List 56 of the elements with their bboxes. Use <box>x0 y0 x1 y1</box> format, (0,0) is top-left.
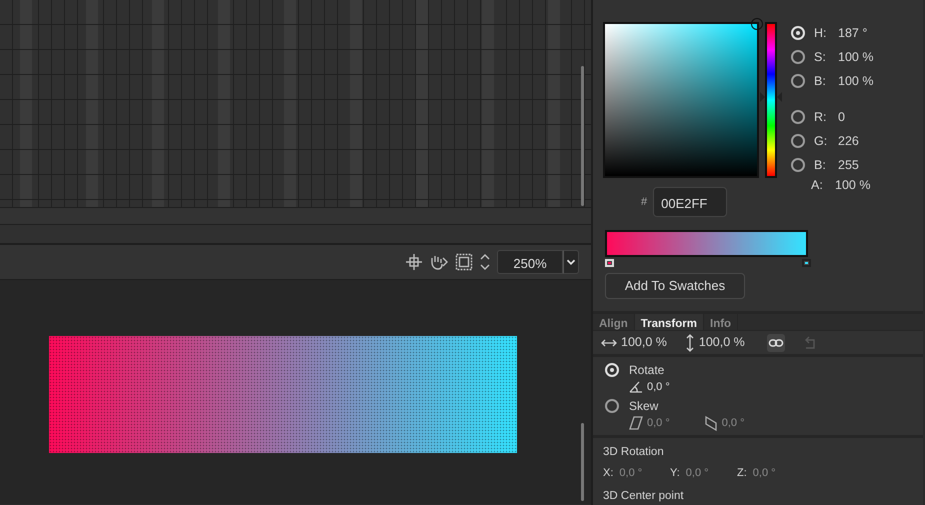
axis-label: X: <box>603 466 614 482</box>
channel-label: B: <box>814 72 827 90</box>
add-to-swatches-button[interactable]: Add To Swatches <box>605 273 745 300</box>
panel-tab[interactable]: Transform <box>634 314 704 330</box>
radio-button[interactable] <box>791 134 805 148</box>
width-value[interactable]: 100,0 % <box>621 333 667 352</box>
mode-label: Rotate <box>629 362 664 379</box>
frame-icon[interactable] <box>454 253 472 271</box>
channel-label: H: <box>814 24 828 42</box>
radio-button[interactable] <box>605 399 619 413</box>
gradient-bar[interactable] <box>605 230 808 257</box>
angle-value[interactable]: 0,0 ° <box>722 414 744 432</box>
scrollbar-thumb[interactable] <box>581 66 584 206</box>
height-value[interactable]: 100,0 % <box>698 333 745 352</box>
axis-value[interactable]: 0,0 ° <box>686 465 709 482</box>
section-title: 3D Center point <box>603 488 685 504</box>
radio-button[interactable] <box>791 158 805 172</box>
channel-label: A: <box>811 176 824 194</box>
skew-icon[interactable] <box>704 414 718 432</box>
scrollbar-thumb[interactable] <box>581 423 584 501</box>
axis-label: Y: <box>670 466 680 482</box>
crosshair-icon[interactable] <box>406 253 422 271</box>
axis-value[interactable]: 0,0 ° <box>619 465 642 482</box>
hue-slider[interactable] <box>759 22 783 178</box>
channel-value: 187 ° <box>838 24 868 42</box>
radio-button[interactable] <box>791 110 805 124</box>
channel-value: 226 <box>838 132 859 150</box>
channel-value: 255 <box>838 156 859 174</box>
channel-value: 100 % <box>838 48 874 66</box>
channel-value: 100 % <box>835 176 870 194</box>
mode-label: Skew <box>629 398 658 415</box>
channel-value: 0 <box>838 108 845 126</box>
dropdown-caret-icon[interactable] <box>563 250 579 274</box>
zoom-field[interactable]: 250% <box>497 250 563 274</box>
hash-label: # <box>641 194 648 210</box>
radio-button[interactable] <box>791 50 805 64</box>
skew-icon[interactable] <box>629 414 643 432</box>
angle-value[interactable]: 0,0 ° <box>647 378 670 396</box>
section-title: 3D Rotation <box>603 445 665 460</box>
vertical-arrows-icon[interactable] <box>684 334 695 352</box>
axis-value[interactable]: 0,0 ° <box>752 465 776 482</box>
channel-label: R: <box>814 108 828 126</box>
channel-label: B: <box>814 156 827 174</box>
hue-slider-thumb[interactable] <box>760 92 782 102</box>
radio-button[interactable] <box>791 74 805 88</box>
channel-label: S: <box>814 48 827 66</box>
angle-value[interactable]: 0,0 ° <box>647 414 670 432</box>
color-cursor[interactable] <box>751 18 763 30</box>
link-icon[interactable] <box>766 334 785 352</box>
stepper-icon[interactable] <box>478 253 491 271</box>
channel-value: 100 % <box>838 72 874 90</box>
gradient-stop[interactable] <box>802 259 811 267</box>
channel-label: G: <box>814 132 828 150</box>
panel-tab[interactable]: Info <box>704 314 738 330</box>
axis-label: Z: <box>737 466 747 482</box>
hex-field[interactable]: 00E2FF <box>653 187 728 217</box>
